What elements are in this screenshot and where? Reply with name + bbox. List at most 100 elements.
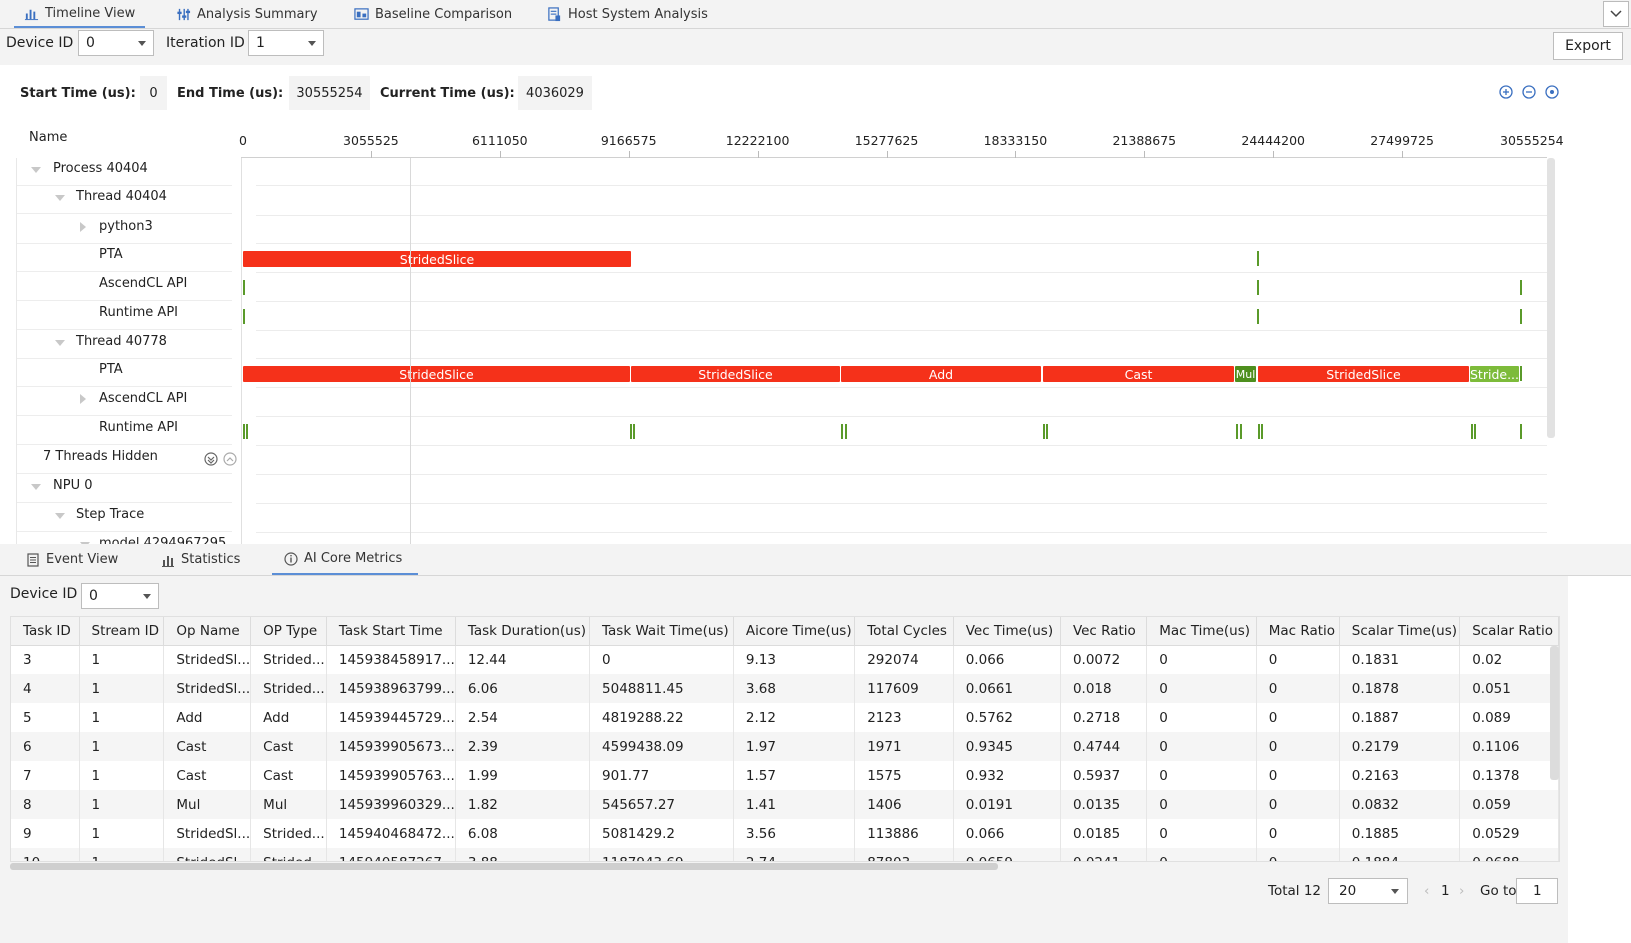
tab-timeline-view[interactable]: Timeline View [14, 0, 146, 28]
timeline-event-marker[interactable] [1471, 424, 1473, 439]
collapse-icon[interactable] [55, 513, 65, 519]
table-row[interactable]: 4 1 StridedSl... Strided... 145938963799... 6… [11, 674, 1559, 703]
device-id-select[interactable]: 0 [78, 30, 154, 56]
timeline-event-marker[interactable] [246, 424, 248, 439]
column-header[interactable]: Scalar Time(us) [1339, 617, 1461, 646]
tab-analysis-summary[interactable]: Analysis Summary [166, 0, 328, 28]
timeline-bar-stridedslice[interactable]: StridedSlice [1258, 366, 1469, 382]
collapse-icon[interactable] [31, 167, 41, 173]
column-header[interactable]: Vec Ratio [1060, 617, 1148, 646]
collapse-icon[interactable] [55, 195, 65, 201]
timeline-event-marker[interactable] [1257, 251, 1259, 266]
column-header[interactable]: Aicore Time(us) [733, 617, 856, 646]
timeline-event-marker[interactable] [1520, 280, 1522, 295]
tree-row-ascendcl-api[interactable]: AscendCL API [17, 273, 232, 301]
timeline-bar-stridedslice[interactable]: StridedSlice [243, 366, 630, 382]
tab-baseline-comparison[interactable]: Baseline Comparison [344, 0, 522, 28]
tree-row-runtime-api[interactable]: Runtime API [17, 302, 232, 330]
timeline-canvas[interactable]: StridedSlice StridedSlice StridedSlice A… [241, 158, 1547, 544]
table-horizontal-scrollbar[interactable] [10, 863, 998, 870]
timeline-event-marker[interactable] [1257, 309, 1259, 324]
timeline-bar-stridedslice[interactable]: StridedSlice [631, 366, 840, 382]
export-button[interactable]: Export [1553, 32, 1623, 60]
column-header[interactable]: Scalar Ratio [1459, 617, 1559, 646]
column-header[interactable]: Task Wait Time(us) [589, 617, 734, 646]
collapse-icon[interactable] [55, 340, 65, 346]
timeline-event-marker[interactable] [1257, 280, 1259, 295]
timeline-event-marker[interactable] [633, 424, 635, 439]
column-header[interactable]: Stream ID [79, 617, 165, 646]
timeline-event-marker[interactable] [845, 424, 847, 439]
tree-row-runtime-api[interactable]: Runtime API [17, 417, 232, 445]
goto-page-input[interactable]: 1 [1516, 878, 1558, 904]
timeline-event-marker[interactable] [841, 424, 843, 439]
tab-ai-core-metrics[interactable]: AI Core Metrics [272, 544, 418, 575]
page-size-select[interactable]: 20 [1328, 878, 1408, 904]
table-row[interactable]: 5 1 Add Add 145939445729... 2.54 4819288.22 2.1… [11, 703, 1559, 732]
timeline-event-marker[interactable] [1258, 424, 1260, 439]
table-row[interactable]: 9 1 StridedSl... Strided... 145940468472... 6… [11, 819, 1559, 848]
tree-row-ascendcl-api[interactable]: AscendCL API [17, 388, 232, 416]
timeline-event-marker[interactable] [1240, 424, 1242, 439]
timeline-event-marker[interactable] [1043, 424, 1045, 439]
collapse-icon[interactable] [31, 484, 41, 490]
timeline-event-marker[interactable] [1520, 309, 1522, 324]
expand-all-icon[interactable] [204, 452, 218, 466]
timeline-bar-add[interactable]: Add [841, 366, 1041, 382]
table-row[interactable]: 6 1 Cast Cast 145939905673... 2.39 4599438.09 1… [11, 732, 1559, 761]
column-header[interactable]: Mac Ratio [1256, 617, 1340, 646]
column-header[interactable]: Mac Time(us) [1146, 617, 1257, 646]
tree-row-thread[interactable]: Thread 40778 [17, 331, 232, 359]
column-header[interactable]: OP Type [250, 617, 327, 646]
table-row[interactable]: 7 1 Cast Cast 145939905763... 1.99 901.77 1.57 1… [11, 761, 1559, 790]
column-header[interactable]: Task ID [11, 617, 80, 646]
timeline-bar-stridedslice[interactable]: StridedSlice [243, 251, 631, 267]
table-vertical-scrollbar[interactable] [1550, 646, 1559, 780]
timeline-event-marker[interactable] [243, 424, 245, 439]
tree-row-python3[interactable]: python3 [17, 216, 232, 244]
timeline-event-marker[interactable] [1261, 424, 1263, 439]
iteration-id-select[interactable]: 1 [248, 30, 324, 56]
tree-row-step-trace[interactable]: Step Trace [17, 504, 232, 532]
tree-row-thread[interactable]: Thread 40404 [17, 186, 232, 214]
timeline-event-marker[interactable] [630, 424, 632, 439]
metrics-device-id-select[interactable]: 0 [81, 583, 159, 609]
expand-icon[interactable] [80, 394, 86, 404]
column-header[interactable]: Op Name [163, 617, 252, 646]
tree-row-npu[interactable]: NPU 0 [17, 475, 232, 503]
column-header[interactable]: Vec Time(us) [953, 617, 1061, 646]
expand-icon[interactable] [80, 222, 86, 232]
timeline-event-marker[interactable] [1520, 366, 1522, 381]
zoom-in-icon[interactable] [1499, 85, 1513, 99]
chevron-down-icon[interactable] [1603, 1, 1629, 27]
table-row[interactable]: 101StridedSl...Strided...145940587267...… [11, 848, 1559, 861]
timeline-event-marker[interactable] [243, 309, 245, 324]
tree-row-pta[interactable]: PTA [17, 359, 232, 387]
zoom-out-icon[interactable] [1522, 85, 1536, 99]
prev-page-icon[interactable]: ‹ [1424, 883, 1429, 899]
tab-event-view[interactable]: Event View [14, 544, 130, 575]
collapse-all-icon[interactable] [223, 452, 237, 466]
timeline-event-marker[interactable] [1236, 424, 1238, 439]
tree-row-pta[interactable]: PTA [17, 244, 232, 272]
timeline-event-marker[interactable] [1474, 424, 1476, 439]
timeline-bar-cast[interactable]: Cast [1043, 366, 1234, 382]
column-header[interactable]: Task Duration(us) [455, 617, 591, 646]
tree-row-process[interactable]: Process 40404 [17, 158, 232, 186]
timeline-vertical-scrollbar[interactable] [1547, 158, 1555, 438]
tree-row-model[interactable]: model 4294967295 [17, 533, 232, 544]
next-page-icon[interactable]: › [1459, 883, 1464, 899]
table-row[interactable]: 8 1 Mul Mul 145939960329... 1.82 545657.27 1.41… [11, 790, 1559, 819]
current-page-number[interactable]: 1 [1441, 883, 1450, 899]
timeline-event-marker[interactable] [1520, 424, 1522, 439]
tab-host-system-analysis[interactable]: Host System Analysis [537, 0, 718, 28]
timeline-event-marker[interactable] [1046, 424, 1048, 439]
table-row[interactable]: 3 1 StridedSl... Strided... 145938458917... 1… [11, 645, 1559, 674]
timeline-bar-mul[interactable]: Mul [1235, 366, 1256, 382]
tab-statistics[interactable]: Statistics [149, 544, 252, 575]
timeline-event-marker[interactable] [243, 280, 245, 295]
timeline-bar-stridedslice[interactable]: Stride... [1470, 366, 1519, 382]
tree-row-hidden-threads[interactable]: 7 Threads Hidden [17, 446, 237, 474]
zoom-reset-icon[interactable] [1545, 85, 1559, 99]
column-header[interactable]: Total Cycles [854, 617, 954, 646]
